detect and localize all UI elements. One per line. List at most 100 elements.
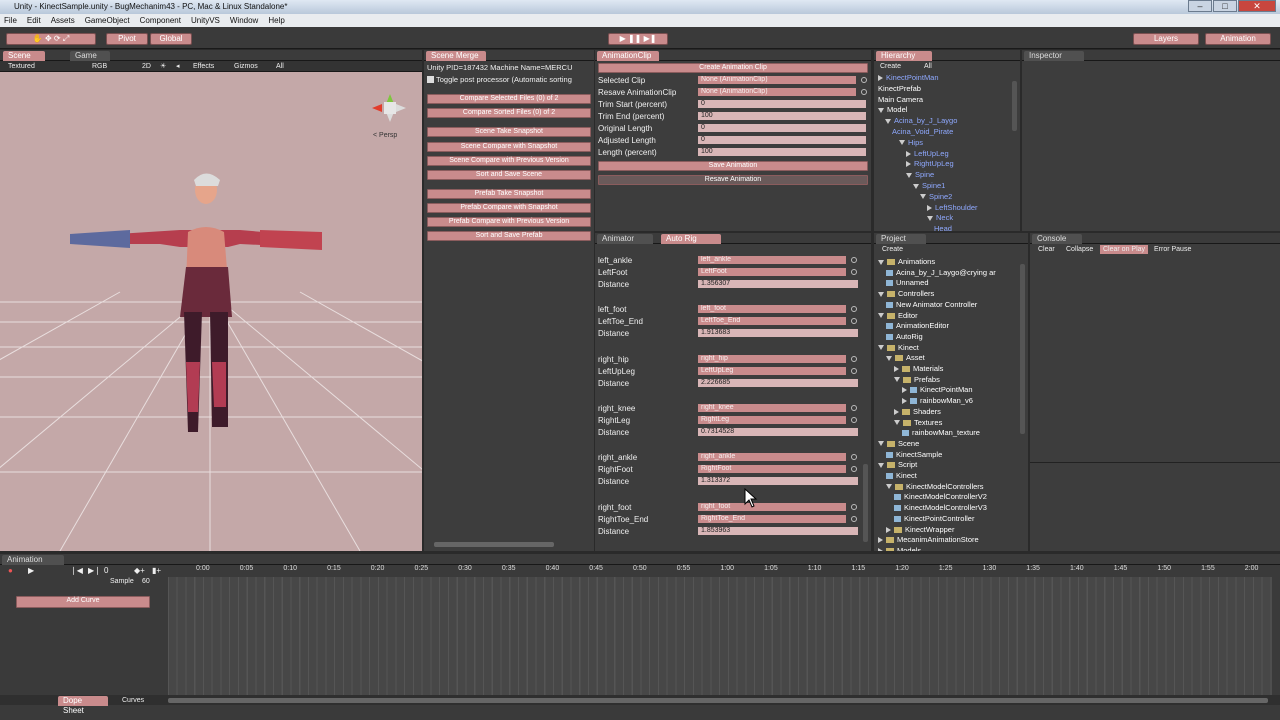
target-bone-field[interactable]: LeftUpLeg (698, 366, 846, 375)
frame-field[interactable]: 0 (104, 566, 108, 575)
distance-field[interactable]: 1.313372 (698, 477, 858, 486)
expand-arrow-icon[interactable] (878, 313, 884, 319)
target-bone-picker-icon[interactable] (851, 515, 857, 522)
minimize-icon[interactable]: – (1188, 0, 1212, 12)
tab-inspector[interactable]: Inspector (1024, 51, 1084, 61)
hierarchy-item[interactable]: RightUpLeg (906, 159, 954, 168)
toggle-checkbox[interactable] (427, 76, 434, 83)
pivot-button[interactable]: Pivot (106, 33, 148, 45)
tab-animation[interactable]: Animation (2, 555, 64, 565)
target-bone-field[interactable]: LeftFoot (698, 268, 846, 276)
project-item[interactable]: KinectWrapper (886, 525, 954, 534)
project-item[interactable]: Kinect (886, 471, 917, 480)
auto-rig-scrollbar[interactable] (863, 464, 868, 542)
expand-arrow-icon[interactable] (894, 408, 899, 415)
distance-field[interactable]: 1.853963 (698, 526, 858, 535)
hierarchy-item[interactable]: LeftUpLeg (906, 149, 949, 158)
project-item[interactable]: KinectSample (886, 450, 942, 459)
shading-dropdown[interactable]: Textured (8, 62, 35, 71)
target-bone-picker-icon[interactable] (851, 269, 857, 275)
dope-sheet-tab[interactable]: Dope Sheet (58, 696, 108, 715)
hierarchy-search[interactable]: All (924, 62, 932, 71)
selected-clip-picker-icon[interactable] (861, 77, 867, 83)
menu-assets[interactable]: Assets (51, 16, 75, 25)
save-animation-button[interactable]: Save Animation (598, 161, 868, 171)
resave-clip-field[interactable]: None (AnimationClip) (698, 88, 856, 96)
expand-arrow-icon[interactable] (902, 398, 907, 405)
menu-edit[interactable]: Edit (27, 16, 41, 25)
project-item[interactable]: KinectPointMan (902, 385, 973, 394)
global-button[interactable]: Global (150, 33, 192, 45)
hierarchy-item[interactable]: Spine (906, 170, 934, 179)
menu-help[interactable]: Help (268, 16, 284, 25)
prefab-take-snapshot-button[interactable]: Prefab Take Snapshot (427, 189, 591, 199)
transform-tools[interactable]: ✋ ✥ ⟳ ⤢ (6, 33, 96, 45)
project-item[interactable]: rainbowMan_v6 (902, 396, 973, 405)
project-item[interactable]: Models (878, 546, 921, 551)
2d-toggle[interactable]: 2D (142, 62, 151, 71)
project-item[interactable]: KinectPointController (894, 514, 974, 523)
hierarchy-item[interactable]: LeftShoulder (927, 203, 978, 212)
hierarchy-item[interactable]: Spine1 (913, 181, 945, 190)
bone-field[interactable]: right_ankle (698, 453, 846, 462)
scene-take-snapshot-button[interactable]: Scene Take Snapshot (427, 127, 591, 137)
target-bone-field[interactable]: RightToe_End (698, 514, 846, 523)
target-bone-field[interactable]: RightLeg (698, 415, 846, 424)
timeline[interactable]: 0:00 0:05 0:10 0:15 0:20 0:25 0:30 0:35 0:40 0:45… (168, 565, 1272, 695)
tab-animator[interactable]: Animator (597, 234, 653, 244)
expand-arrow-icon[interactable] (906, 172, 912, 178)
tab-auto-rig[interactable]: Auto Rig (661, 234, 721, 244)
layers-dropdown[interactable]: Layers (1133, 33, 1199, 45)
expand-arrow-icon[interactable] (878, 259, 884, 265)
console-clear-button[interactable]: Clear (1038, 245, 1055, 254)
menu-component[interactable]: Component (140, 16, 181, 25)
audio-icon[interactable]: ◂ (176, 62, 180, 71)
create-animation-clip-button[interactable]: Create Animation Clip (598, 63, 868, 73)
bone-picker-icon[interactable] (851, 257, 857, 263)
scene-merge-scrollbar[interactable] (434, 542, 554, 547)
project-item[interactable]: AutoRig (886, 332, 923, 341)
console-clear-on-play-button[interactable]: Clear on Play (1100, 245, 1149, 254)
tab-console[interactable]: Console (1032, 234, 1082, 244)
resave-clip-picker-icon[interactable] (861, 89, 867, 95)
maximize-icon[interactable]: □ (1213, 0, 1237, 12)
hierarchy-item[interactable]: Neck (927, 213, 953, 222)
play-icon[interactable]: ▶ (28, 566, 34, 575)
distance-field[interactable]: 2.226685 (698, 378, 858, 387)
expand-arrow-icon[interactable] (927, 204, 932, 211)
expand-arrow-icon[interactable] (913, 183, 919, 189)
tab-animationclip[interactable]: AnimationClip (597, 51, 659, 61)
project-item[interactable]: KinectModelControllers (886, 482, 984, 491)
scene-view[interactable]: < Persp (0, 72, 422, 551)
target-bone-field[interactable]: LeftToe_End (698, 317, 846, 326)
target-bone-picker-icon[interactable] (851, 318, 857, 325)
record-icon[interactable]: ● (8, 566, 13, 575)
menu-file[interactable]: File (4, 16, 17, 25)
compare-sorted-button[interactable]: Compare Sorted Files (0) of 2 (427, 108, 591, 118)
project-item[interactable]: Asset (886, 353, 925, 362)
project-item[interactable]: New Animator Controller (886, 300, 977, 309)
scene-compare-snapshot-button[interactable]: Scene Compare with Snapshot (427, 142, 591, 152)
target-bone-picker-icon[interactable] (851, 416, 857, 423)
resave-animation-button[interactable]: Resave Animation (598, 175, 868, 185)
expand-arrow-icon[interactable] (894, 420, 900, 426)
add-curve-button[interactable]: Add Curve (16, 596, 150, 608)
project-item[interactable]: Animations (878, 257, 935, 266)
hierarchy-item[interactable]: KinectPrefab (878, 84, 921, 93)
hierarchy-item[interactable]: Acina_by_J_Laygo (885, 116, 957, 125)
expand-arrow-icon[interactable] (927, 215, 933, 221)
playback-controls[interactable]: ▶ ❚❚ ▶❚ (608, 33, 668, 45)
perspective-label[interactable]: < Persp (373, 132, 397, 139)
hierarchy-item[interactable]: Acina_Void_Pirate (892, 127, 953, 136)
sort-save-scene-button[interactable]: Sort and Save Scene (427, 170, 591, 180)
scene-gizmo[interactable] (372, 94, 406, 122)
bone-picker-icon[interactable] (851, 306, 857, 313)
bone-picker-icon[interactable] (851, 355, 857, 362)
project-item[interactable]: Unnamed (886, 278, 929, 287)
menu-gameobject[interactable]: GameObject (85, 16, 130, 25)
project-item[interactable]: Controllers (878, 289, 934, 298)
target-bone-picker-icon[interactable] (851, 367, 857, 374)
project-item[interactable]: Textures (894, 418, 942, 427)
add-keyframe-icon[interactable]: ◆+ (134, 566, 145, 575)
expand-arrow-icon[interactable] (878, 291, 884, 297)
